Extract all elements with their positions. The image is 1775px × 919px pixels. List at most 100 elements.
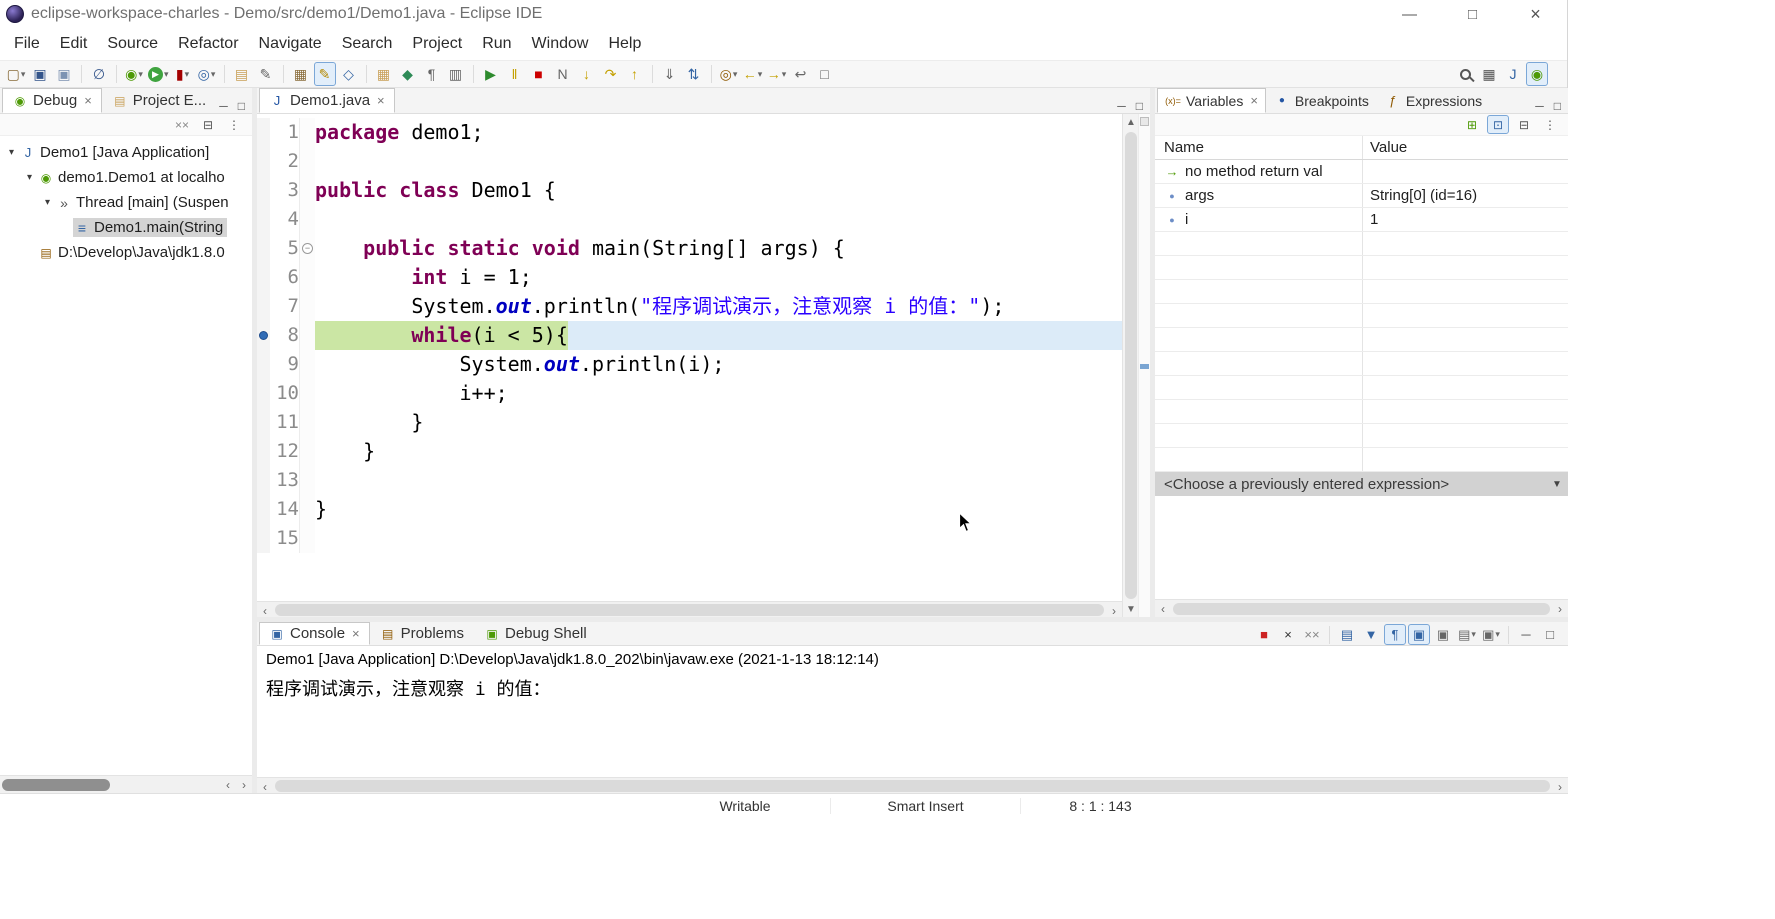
tab-demo1-java[interactable]: JDemo1.java× [259,88,395,113]
dropdown-arrow-icon[interactable]: ▾ [782,69,787,80]
scroll-thumb[interactable] [2,779,110,791]
scroll-thumb[interactable] [275,604,1104,616]
remove-launch-icon[interactable]: × [1277,624,1299,645]
menu-run[interactable]: Run [472,31,521,57]
block-selection-icon[interactable]: ▥ [445,62,467,86]
dropdown-arrow-icon[interactable]: ▾ [758,69,763,80]
debug-hscrollbar[interactable]: ‹ › [0,775,252,793]
close-tab-icon[interactable]: × [377,93,385,108]
scroll-up-icon[interactable]: ▲ [1123,114,1139,130]
suspend-icon[interactable]: ‖ [504,62,526,86]
save-icon[interactable]: ▣ [29,62,51,86]
open-resource-icon[interactable]: ▤ [231,62,253,86]
tree-item[interactable]: ▤D:\Develop\Java\jdk1.8.0 [0,240,252,265]
dropdown-arrow-icon[interactable]: ▾ [21,69,26,80]
maximize-icon[interactable]: □ [1539,624,1561,645]
scroll-down-icon[interactable]: ▼ [1123,601,1139,617]
expand-arrow-icon[interactable]: ▾ [22,172,37,183]
tab-debug-shell[interactable]: ▣Debug Shell [474,622,597,645]
display-console-icon[interactable]: ▤▾ [1456,624,1478,645]
menu-window[interactable]: Window [522,31,599,57]
column-name[interactable]: Name [1155,136,1363,159]
variables-hscrollbar[interactable]: ‹ › [1155,599,1568,617]
scroll-right-icon[interactable]: › [1552,600,1568,618]
scroll-left-icon[interactable]: ‹ [220,776,236,794]
dropdown-arrow-icon[interactable]: ▾ [211,69,216,80]
maximize-window-icon[interactable]: □ [1441,0,1504,28]
maximize-view-icon[interactable]: □ [1554,99,1561,113]
variables-detail-pane[interactable] [1155,496,1568,599]
column-value[interactable]: Value [1363,136,1568,159]
chevron-down-icon[interactable]: ▼ [1548,474,1566,494]
skip-all-breakpoints-icon[interactable]: ∅ [88,62,110,86]
tab-project-e-[interactable]: ▤Project E... [102,88,216,113]
expand-arrow-icon[interactable]: ▾ [40,197,55,208]
tree-item[interactable]: ▾JDemo1 [Java Application] [0,140,252,165]
menu-edit[interactable]: Edit [50,31,98,57]
current-line-marker[interactable] [1140,364,1149,369]
pin-console-icon[interactable]: ▣ [1432,624,1454,645]
variable-row[interactable]: ●argsString[0] (id=16) [1155,184,1568,208]
maximize-view-icon[interactable]: □ [238,99,245,113]
external-tools-icon[interactable]: ◎▾ [196,62,218,86]
java-perspective-icon[interactable]: J [1502,62,1524,86]
new-icon[interactable]: ▢▾ [5,62,27,86]
scroll-left-icon[interactable]: ‹ [257,602,273,617]
back-icon[interactable]: ←▾ [742,62,764,86]
view-menu-icon[interactable]: ⋮ [223,115,245,134]
expression-combo[interactable]: <Choose a previously entered expression>… [1155,472,1568,496]
new-package-icon[interactable]: ▦ [373,62,395,86]
show-type-names-icon[interactable]: ⊞ [1461,115,1483,134]
menu-search[interactable]: Search [332,31,403,57]
console-body[interactable]: Demo1 [Java Application] D:\Develop\Java… [257,646,1568,777]
remove-all-terminated-icon[interactable]: ×× [171,115,193,134]
run-icon[interactable]: ▶▾ [147,62,170,86]
view-menu-icon[interactable]: ⋮ [1539,115,1561,134]
use-step-filters-icon[interactable]: ⇅ [683,62,705,86]
word-wrap-icon[interactable]: ¶ [1384,624,1406,645]
editor-hscrollbar[interactable]: ‹ › [257,601,1122,617]
debug-perspective-icon[interactable]: ◉ [1526,62,1548,86]
tree-item[interactable]: ▾◉demo1.Demo1 at localho [0,165,252,190]
forward-icon[interactable]: →▾ [766,62,788,86]
dropdown-arrow-icon[interactable]: ▾ [1495,629,1500,640]
tab-problems[interactable]: ▤Problems [370,622,474,645]
dropdown-arrow-icon[interactable]: ▾ [733,69,738,80]
menu-source[interactable]: Source [97,31,168,57]
step-return-icon[interactable]: ↑ [624,62,646,86]
scroll-thumb[interactable] [275,780,1550,792]
open-type-icon[interactable]: ◇ [338,62,360,86]
remove-all-launches-icon[interactable]: ×× [1301,624,1323,645]
variable-row[interactable]: ●i1 [1155,208,1568,232]
tab-breakpoints[interactable]: ●Breakpoints [1266,88,1377,113]
show-logical-structures-icon[interactable]: ⊡ [1487,115,1509,134]
show-on-output-icon[interactable]: ▣ [1408,624,1430,645]
minimize-window-icon[interactable]: — [1378,0,1441,28]
resume-icon[interactable]: ▶ [480,62,502,86]
show-whitespace-icon[interactable]: ¶ [421,62,443,86]
console-hscrollbar[interactable]: ‹ › [257,777,1568,793]
close-window-icon[interactable]: × [1504,0,1567,28]
dropdown-arrow-icon[interactable]: ▾ [1471,629,1476,640]
dropdown-arrow-icon[interactable]: ▾ [138,69,143,80]
close-tab-icon[interactable]: × [352,626,360,641]
fold-collapse-icon[interactable]: − [302,243,313,254]
drop-to-frame-icon[interactable]: ⇓ [659,62,681,86]
clear-console-icon[interactable]: ▤ [1336,624,1358,645]
annotate-icon[interactable]: ✎ [255,62,277,86]
scroll-lock-icon[interactable]: ▼ [1360,624,1382,645]
menu-refactor[interactable]: Refactor [168,31,248,57]
menu-navigate[interactable]: Navigate [249,31,332,57]
debug-icon[interactable]: ◉▾ [123,62,145,86]
profile-icon[interactable]: ◎▾ [718,62,740,86]
minimize-icon[interactable]: ─ [1515,624,1537,645]
minimize-view-icon[interactable]: ─ [219,99,228,113]
search-icon[interactable] [1454,62,1476,86]
pin-editor-icon[interactable]: □ [814,62,836,86]
step-over-icon[interactable]: ↷ [600,62,622,86]
menu-file[interactable]: File [4,31,50,57]
close-tab-icon[interactable]: × [1250,93,1258,108]
collapse-all-icon[interactable]: ⊟ [1513,115,1535,134]
coverage-icon[interactable]: ▮▾ [172,62,194,86]
new-java-project-icon[interactable]: ▦ [290,62,312,86]
